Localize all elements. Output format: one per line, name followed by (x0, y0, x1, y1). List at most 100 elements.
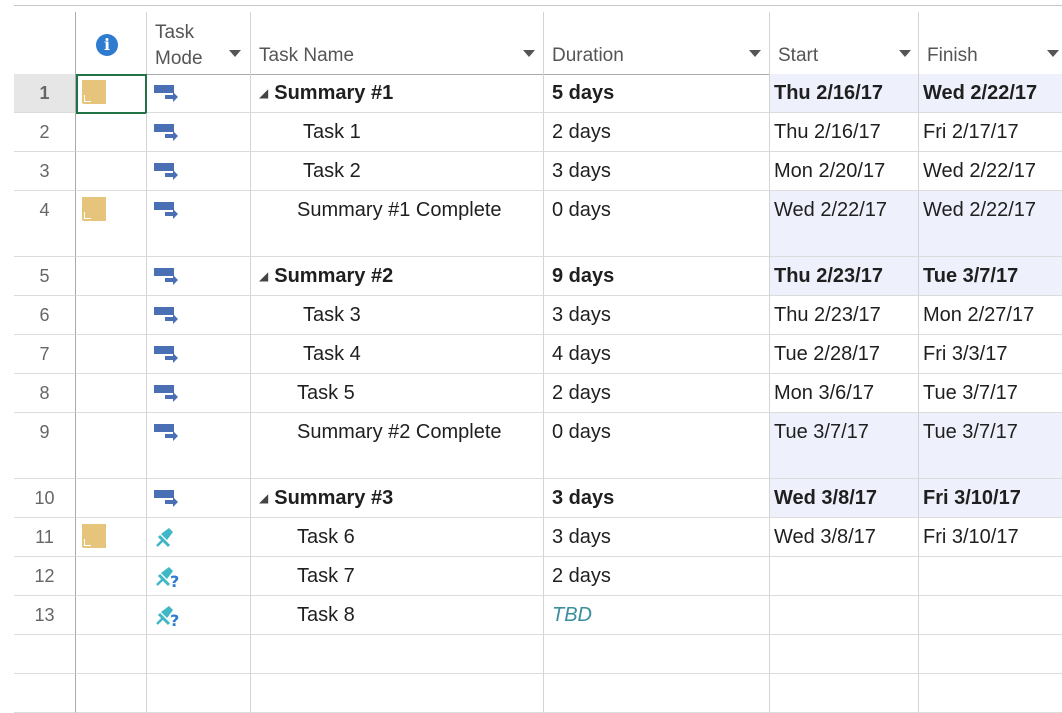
task-mode-cell[interactable] (147, 335, 251, 374)
table-row[interactable]: 4 Summary #1 Complete 0 days Wed 2/22/17 Wed… (14, 191, 1062, 257)
duration-cell[interactable]: 9 days (544, 257, 770, 296)
chevron-down-icon[interactable] (749, 50, 761, 57)
collapse-triangle-icon[interactable]: ◢ (259, 269, 268, 283)
start-cell[interactable]: Thu 2/23/17 (770, 296, 919, 335)
duration-cell[interactable]: 3 days (544, 479, 770, 518)
select-all-header[interactable] (14, 12, 76, 74)
finish-cell[interactable]: Fri 3/3/17 (919, 335, 1062, 374)
indicators-cell[interactable] (76, 191, 147, 257)
indicators-column-header[interactable]: i (76, 12, 147, 74)
start-cell[interactable] (770, 557, 919, 596)
row-number-cell[interactable] (14, 635, 76, 674)
finish-cell[interactable]: Fri 2/17/17 (919, 113, 1062, 152)
task-mode-cell[interactable] (147, 374, 251, 413)
finish-cell[interactable]: Tue 3/7/17 (919, 413, 1062, 479)
duration-cell[interactable]: 4 days (544, 335, 770, 374)
table-row[interactable]: 12? Task 7 2 days (14, 557, 1062, 596)
finish-cell[interactable]: Wed 2/22/17 (919, 74, 1062, 113)
chevron-down-icon[interactable] (899, 50, 911, 57)
duration-cell[interactable]: 5 days (544, 74, 770, 113)
table-row[interactable]: 10 ◢ Summary #3 3 days Wed 3/8/17 Fri 3/10/17 (14, 479, 1062, 518)
start-cell[interactable]: Mon 2/20/17 (770, 152, 919, 191)
task-name-cell[interactable]: Task 1 (251, 113, 544, 152)
indicators-cell[interactable] (76, 374, 147, 413)
task-mode-cell[interactable] (147, 113, 251, 152)
duration-cell[interactable]: 2 days (544, 113, 770, 152)
finish-cell[interactable] (919, 557, 1062, 596)
indicators-cell[interactable] (76, 413, 147, 479)
table-row[interactable]: 13? Task 8 TBD (14, 596, 1062, 635)
duration-cell[interactable]: 0 days (544, 191, 770, 257)
indicators-cell[interactable] (76, 113, 147, 152)
indicators-cell[interactable] (76, 635, 147, 674)
start-cell[interactable]: Tue 2/28/17 (770, 335, 919, 374)
row-number-cell[interactable]: 13 (14, 596, 76, 635)
task-mode-cell[interactable]: ? (147, 557, 251, 596)
table-row[interactable]: 8 Task 5 2 days Mon 3/6/17 Tue 3/7/17 (14, 374, 1062, 413)
task-mode-cell[interactable] (147, 296, 251, 335)
task-mode-cell[interactable] (147, 74, 251, 113)
indicators-cell[interactable] (76, 596, 147, 635)
duration-cell[interactable]: 2 days (544, 557, 770, 596)
start-cell[interactable]: Thu 2/16/17 (770, 74, 919, 113)
task-name-cell[interactable]: ◢ Summary #3 (251, 479, 544, 518)
indicators-cell[interactable] (76, 152, 147, 191)
task-name-cell[interactable]: Summary #2 Complete (251, 413, 544, 479)
finish-cell[interactable] (919, 674, 1062, 713)
task-mode-cell[interactable] (147, 257, 251, 296)
start-cell[interactable]: Tue 3/7/17 (770, 413, 919, 479)
task-mode-cell[interactable]: ? (147, 596, 251, 635)
duration-cell[interactable] (544, 674, 770, 713)
row-number-cell[interactable]: 7 (14, 335, 76, 374)
chevron-down-icon[interactable] (229, 50, 241, 57)
row-number-cell[interactable]: 8 (14, 374, 76, 413)
note-icon[interactable] (82, 524, 106, 548)
row-number-cell[interactable]: 9 (14, 413, 76, 479)
start-cell[interactable] (770, 635, 919, 674)
indicators-cell[interactable] (76, 335, 147, 374)
task-name-cell[interactable]: Summary #1 Complete (251, 191, 544, 257)
duration-cell[interactable]: TBD (544, 596, 770, 635)
task-name-cell[interactable]: Task 4 (251, 335, 544, 374)
task-name-cell[interactable]: Task 5 (251, 374, 544, 413)
task-mode-column-header[interactable]: Task Mode (147, 12, 251, 74)
start-column-header[interactable]: Start (770, 12, 919, 74)
duration-cell[interactable] (544, 635, 770, 674)
finish-cell[interactable]: Fri 3/10/17 (919, 479, 1062, 518)
collapse-triangle-icon[interactable]: ◢ (259, 86, 268, 100)
duration-cell[interactable]: 3 days (544, 296, 770, 335)
task-mode-cell[interactable] (147, 413, 251, 479)
table-row[interactable]: 2 Task 1 2 days Thu 2/16/17 Fri 2/17/17 (14, 113, 1062, 152)
empty-row[interactable] (14, 635, 1062, 674)
finish-cell[interactable]: Wed 2/22/17 (919, 152, 1062, 191)
task-mode-cell[interactable] (147, 191, 251, 257)
indicators-cell[interactable] (76, 479, 147, 518)
table-row[interactable]: 9 Summary #2 Complete 0 days Tue 3/7/17 Tue … (14, 413, 1062, 479)
task-name-cell[interactable]: Task 3 (251, 296, 544, 335)
task-name-cell[interactable] (251, 674, 544, 713)
finish-cell[interactable]: Mon 2/27/17 (919, 296, 1062, 335)
task-name-cell[interactable]: ◢ Summary #2 (251, 257, 544, 296)
task-name-cell[interactable] (251, 635, 544, 674)
task-name-cell[interactable]: Task 2 (251, 152, 544, 191)
row-number-cell[interactable]: 1 (14, 74, 76, 113)
task-name-cell[interactable]: ◢ Summary #1 (251, 74, 544, 113)
row-number-cell[interactable]: 10 (14, 479, 76, 518)
table-row[interactable]: 6 Task 3 3 days Thu 2/23/17 Mon 2/27/17 (14, 296, 1062, 335)
task-name-cell[interactable]: Task 7 (251, 557, 544, 596)
finish-cell[interactable]: Tue 3/7/17 (919, 257, 1062, 296)
finish-cell[interactable]: Fri 3/10/17 (919, 518, 1062, 557)
start-cell[interactable]: Wed 3/8/17 (770, 518, 919, 557)
row-number-cell[interactable]: 4 (14, 191, 76, 257)
finish-cell[interactable]: Wed 2/22/17 (919, 191, 1062, 257)
start-cell[interactable]: Thu 2/23/17 (770, 257, 919, 296)
row-number-cell[interactable]: 3 (14, 152, 76, 191)
table-row[interactable]: 7 Task 4 4 days Tue 2/28/17 Fri 3/3/17 (14, 335, 1062, 374)
row-number-cell[interactable]: 12 (14, 557, 76, 596)
finish-cell[interactable] (919, 596, 1062, 635)
task-mode-cell[interactable] (147, 152, 251, 191)
row-number-cell[interactable]: 2 (14, 113, 76, 152)
indicators-cell[interactable] (76, 557, 147, 596)
chevron-down-icon[interactable] (523, 50, 535, 57)
note-icon[interactable] (82, 197, 106, 221)
